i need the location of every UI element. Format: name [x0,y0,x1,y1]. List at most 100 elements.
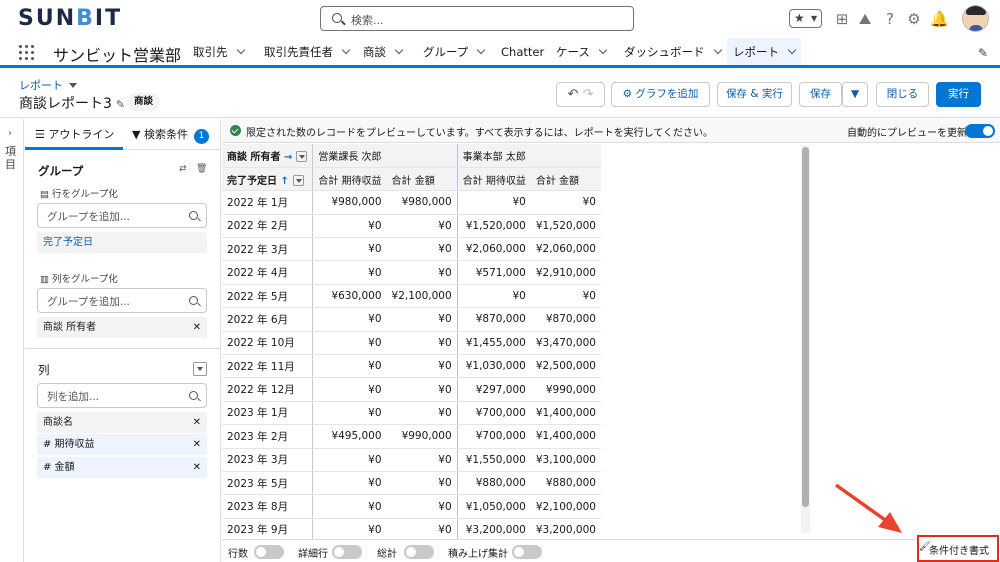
chevron-down-icon [713,45,722,55]
row-count-label: 行数 [228,549,248,560]
grand-total-label: 総計 [377,549,397,560]
row-date-cell: 2022 年 3月 [222,237,314,262]
fields-rail-label: 項目 [5,145,16,171]
save-menu-button[interactable]: ▼ [842,82,868,107]
avatar[interactable] [962,5,989,32]
value-cell: ¥2,500,000 [530,354,601,379]
date-header[interactable]: 完了予定日 ↑ [222,167,314,192]
pencil-icon[interactable]: ✎ [116,98,125,111]
table-scrollbar[interactable] [801,145,810,533]
auto-preview-toggle[interactable] [965,124,995,138]
nav-item-contacts[interactable]: 取引先責任者 [264,38,351,66]
column-pill[interactable]: 商談名 ✕ [37,412,207,433]
fields-rail[interactable]: › 項目 [0,119,24,562]
save-run-button[interactable]: 保存 & 実行 [717,82,792,107]
detail-rows-label: 詳細行 [298,549,328,560]
chevron-right-icon[interactable]: › [8,128,12,139]
add-column-group-input[interactable]: グループを追加... [37,288,207,313]
value-cell: ¥0 [386,494,458,519]
row-group-pill[interactable]: 完了予定日 [37,232,207,253]
row-date-cell: 2022 年 4月 [222,260,314,285]
arrow-right-icon: → [283,151,293,163]
add-row-group-input[interactable]: グループを追加... [37,203,207,228]
undo-redo-group[interactable]: ↶ ↷ [556,82,605,107]
value-cell: ¥2,100,000 [530,494,601,519]
row-count-toggle[interactable] [254,545,284,559]
column-menu-button [296,150,308,162]
trash-icon[interactable]: 🗑 [196,164,207,174]
gear-icon[interactable]: ⚙ [905,10,923,28]
value-cell: ¥0 [386,307,458,332]
columns-heading: 列 [38,363,50,377]
owner-header[interactable]: 商談 所有者 → [222,144,314,168]
value-cell: ¥0 [312,401,387,426]
swap-icon[interactable]: ⇄ [179,164,187,174]
app-name: サンビット営業部 [53,46,182,65]
value-cell: ¥0 [530,190,601,215]
nav-item-opportunities[interactable]: 商談 [363,38,404,66]
nav-item-dashboards[interactable]: ダッシュボード [624,38,722,66]
breadcrumb[interactable]: レポート [19,77,77,93]
value-cell: ¥0 [312,354,387,379]
column-pill[interactable]: # 期待収益 ✕ [37,434,207,455]
edit-nav-icon[interactable]: ✎ [978,46,988,60]
nav-item-groups[interactable]: グループ [423,38,486,66]
nav-item-reports[interactable]: レポート [727,38,801,68]
value-cell: ¥0 [386,471,458,496]
close-button[interactable]: 閉じる [876,82,929,107]
value-cell: ¥2,060,000 [530,237,601,262]
close-icon: ✕ [192,417,201,428]
trailhead-icon[interactable]: ⛰ [856,10,874,28]
row-date-cell: 2022 年 10月 [222,331,314,356]
subheader: 合計 期待収益 [457,167,531,192]
caret-down-icon [69,83,77,88]
value-cell: ¥0 [386,260,458,285]
subheader: 合計 期待収益 [312,167,387,192]
app-navigation: サンビット営業部 取引先 取引先責任者 商談 グループ Chatter ケース … [0,38,1000,68]
caret-down-icon: ▼ [850,88,860,100]
value-cell: ¥0 [312,307,387,332]
value-cell: ¥990,000 [530,377,601,402]
nav-item-chatter[interactable]: Chatter [501,38,544,66]
value-cell: ¥0 [386,354,458,379]
nav-item-accounts[interactable]: 取引先 [193,38,245,66]
grand-total-toggle[interactable] [404,545,434,559]
search-icon [189,296,198,305]
stacked-summary-toggle[interactable] [512,545,542,559]
row-date-cell: 2023 年 2月 [222,424,314,449]
columns-menu-button[interactable] [193,362,207,376]
search-icon [189,391,198,400]
value-cell: ¥1,520,000 [530,214,601,239]
add-column-input[interactable]: 列を追加... [37,383,207,408]
value-cell: ¥0 [312,494,387,519]
help-icon[interactable]: ? [881,10,899,28]
close-icon: ✕ [192,462,201,473]
table-row: 2022 年 10月 ¥0 ¥0 ¥1,455,000 ¥3,470,000 [222,331,601,356]
conditional-formatting-button[interactable]: 🖌 条件付き書式 [917,535,999,562]
value-cell: ¥630,000 [312,284,387,309]
column-group-pill[interactable]: 商談 所有者 ✕ [37,317,207,338]
tab-outline[interactable]: ☰ アウトライン [25,119,123,150]
column-pill[interactable]: # 金額 ✕ [37,457,207,478]
value-cell: ¥880,000 [530,471,601,496]
bell-icon[interactable]: 🔔 [930,10,949,28]
tab-filters[interactable]: ▼ 検索条件 1 [132,119,209,150]
favorites-button[interactable]: ★ ▼ [789,9,822,28]
value-cell: ¥1,400,000 [530,401,601,426]
value-cell: ¥1,050,000 [457,494,531,519]
global-search-input[interactable]: 検索... [320,6,634,31]
value-cell: ¥870,000 [530,307,601,332]
value-cell: ¥495,000 [312,424,387,449]
save-button[interactable]: 保存 [799,82,842,107]
add-chart-button[interactable]: ⚙ グラフを追加 [611,82,710,107]
run-button[interactable]: 実行 [936,82,981,107]
column-group-label: ▥ 列をグループ化 [40,274,118,285]
table-row: 2023 年 2月 ¥495,000 ¥990,000 ¥700,000 ¥1,400,… [222,424,601,449]
app-launcher-icon[interactable] [19,45,35,61]
global-actions-icon[interactable]: ⊞ [833,10,851,28]
detail-rows-toggle[interactable] [332,545,362,559]
value-cell: ¥1,455,000 [457,331,531,356]
nav-item-cases[interactable]: ケース [556,38,608,66]
star-icon: ★ [794,11,805,25]
value-cell: ¥0 [457,190,531,215]
